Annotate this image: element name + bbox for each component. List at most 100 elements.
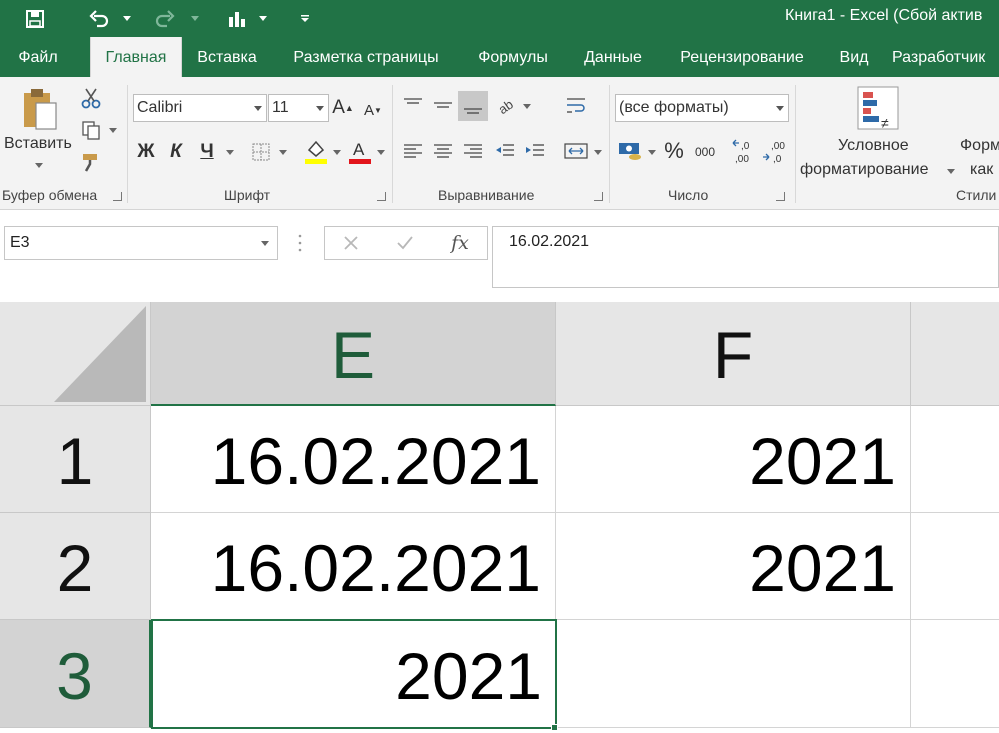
align-middle-icon[interactable] <box>430 93 456 117</box>
fill-color-icon[interactable] <box>302 137 330 167</box>
row-header-2[interactable]: 2 <box>0 513 151 620</box>
svg-text:ab: ab <box>496 97 516 114</box>
ribbon: Вставить Буфер обмена Calibri 11 A ▲ A ▼ Ж… <box>0 77 999 210</box>
cell-e3-active[interactable]: 2021 <box>151 619 557 729</box>
bold-button[interactable]: Ж <box>134 139 158 165</box>
formula-value: 16.02.2021 <box>509 233 590 250</box>
tab-page-layout[interactable]: Разметка страницы <box>282 37 450 77</box>
wrap-text-icon[interactable] <box>562 93 590 119</box>
customize-toolbar-icon[interactable] <box>294 0 316 37</box>
cut-icon[interactable] <box>78 85 104 111</box>
currency-icon[interactable] <box>616 137 646 165</box>
cell-e1[interactable]: 16.02.2021 <box>151 406 556 513</box>
insert-function-icon[interactable]: fx <box>445 229 475 257</box>
formula-bar-grip-icon[interactable] <box>298 232 302 254</box>
align-center-icon[interactable] <box>430 139 456 165</box>
fill-color-dropdown-icon[interactable] <box>333 150 341 155</box>
increase-font-icon[interactable]: A ▲ <box>332 95 354 121</box>
cell-g2[interactable] <box>911 513 999 620</box>
column-header-f[interactable]: F <box>556 302 911 406</box>
tab-home[interactable]: Главная <box>90 37 182 77</box>
cell-f3[interactable] <box>556 620 911 728</box>
tab-file[interactable]: Файл <box>4 37 72 77</box>
column-header-e[interactable]: E <box>151 302 556 406</box>
copy-icon[interactable] <box>78 117 104 143</box>
row-header-3[interactable]: 3 <box>0 620 151 728</box>
cell-g1[interactable] <box>911 406 999 513</box>
decrease-indent-icon[interactable] <box>492 139 518 165</box>
cell-e2[interactable]: 16.02.2021 <box>151 513 556 620</box>
worksheet-grid: E F 1 16.02.2021 2021 2 16.02.2021 2021 … <box>0 302 999 733</box>
increase-indent-icon[interactable] <box>522 139 548 165</box>
clipboard-launcher-icon[interactable] <box>113 192 122 201</box>
format-painter-icon[interactable] <box>78 149 104 175</box>
conditional-formatting-dropdown-icon[interactable] <box>947 169 955 174</box>
fill-handle[interactable] <box>551 724 558 731</box>
undo-icon[interactable] <box>84 0 114 37</box>
decrease-decimal-icon[interactable]: ,00,0 <box>760 137 788 167</box>
font-color-dropdown-icon[interactable] <box>377 150 385 155</box>
borders-icon[interactable] <box>248 139 274 165</box>
format-as-table-label-1[interactable]: Форм <box>960 137 999 155</box>
decrease-font-icon[interactable]: A ▼ <box>362 97 384 123</box>
conditional-formatting-icon[interactable]: ≠ <box>856 85 900 131</box>
conditional-formatting-label-1[interactable]: Условное <box>838 137 909 155</box>
align-right-icon[interactable] <box>460 139 486 165</box>
cell-f1[interactable]: 2021 <box>556 406 911 513</box>
row-header-1[interactable]: 1 <box>0 406 151 513</box>
cancel-entry-icon[interactable] <box>339 231 363 255</box>
align-left-icon[interactable] <box>400 139 426 165</box>
font-name-select[interactable]: Calibri <box>133 94 267 122</box>
orientation-icon[interactable]: ab <box>494 93 520 117</box>
column-header-next[interactable] <box>911 302 999 406</box>
paste-dropdown-icon[interactable] <box>35 163 43 168</box>
cell-f2[interactable]: 2021 <box>556 513 911 620</box>
chart-icon[interactable] <box>222 0 252 37</box>
formula-bar: E3 fx 16.02.2021 <box>0 210 999 302</box>
tab-data[interactable]: Данные <box>574 37 652 77</box>
tab-review[interactable]: Рецензирование <box>666 37 818 77</box>
paste-icon[interactable] <box>18 85 62 135</box>
undo-dropdown-icon[interactable] <box>118 0 136 37</box>
number-launcher-icon[interactable] <box>776 192 785 201</box>
formula-input[interactable]: 16.02.2021 <box>492 226 999 288</box>
name-box-dropdown-icon[interactable] <box>261 241 269 246</box>
confirm-entry-icon[interactable] <box>393 231 417 255</box>
merge-center-icon[interactable] <box>562 137 590 165</box>
underline-dropdown-icon[interactable] <box>226 150 234 155</box>
cell-g3[interactable] <box>911 620 999 728</box>
alignment-launcher-icon[interactable] <box>594 192 603 201</box>
styles-group-label: Стили <box>956 187 997 203</box>
orientation-dropdown-icon[interactable] <box>523 104 531 109</box>
select-all-button[interactable] <box>0 302 151 406</box>
align-top-icon[interactable] <box>400 93 426 117</box>
font-size-select[interactable]: 11 <box>268 94 329 122</box>
increase-decimal-icon[interactable]: ,0,00 <box>730 137 758 167</box>
thousands-separator-button[interactable]: 000 <box>690 139 720 165</box>
font-color-icon[interactable]: A <box>346 137 374 167</box>
name-box[interactable]: E3 <box>4 226 278 260</box>
redo-dropdown-icon[interactable] <box>186 0 204 37</box>
italic-button[interactable]: К <box>164 139 188 165</box>
tab-developer[interactable]: Разработчик <box>892 37 999 77</box>
number-format-select[interactable]: (все форматы) <box>615 94 789 122</box>
merge-dropdown-icon[interactable] <box>594 150 602 155</box>
redo-icon[interactable] <box>150 0 180 37</box>
tab-insert[interactable]: Вставка <box>190 37 264 77</box>
borders-dropdown-icon[interactable] <box>279 150 287 155</box>
paste-button-label[interactable]: Вставить <box>4 135 72 153</box>
svg-text:,0: ,0 <box>773 154 782 165</box>
font-launcher-icon[interactable] <box>377 192 386 201</box>
align-bottom-icon[interactable] <box>458 91 488 121</box>
save-icon[interactable] <box>20 0 50 37</box>
group-divider <box>795 85 796 203</box>
percent-button[interactable]: % <box>660 137 688 165</box>
currency-dropdown-icon[interactable] <box>648 150 656 155</box>
format-as-table-label-2[interactable]: как <box>970 161 993 179</box>
underline-button[interactable]: Ч <box>195 139 219 165</box>
chart-dropdown-icon[interactable] <box>254 0 272 37</box>
conditional-formatting-label-2[interactable]: форматирование <box>800 161 928 179</box>
copy-dropdown-icon[interactable] <box>109 128 117 133</box>
tab-view[interactable]: Вид <box>832 37 876 77</box>
tab-formulas[interactable]: Формулы <box>466 37 560 77</box>
